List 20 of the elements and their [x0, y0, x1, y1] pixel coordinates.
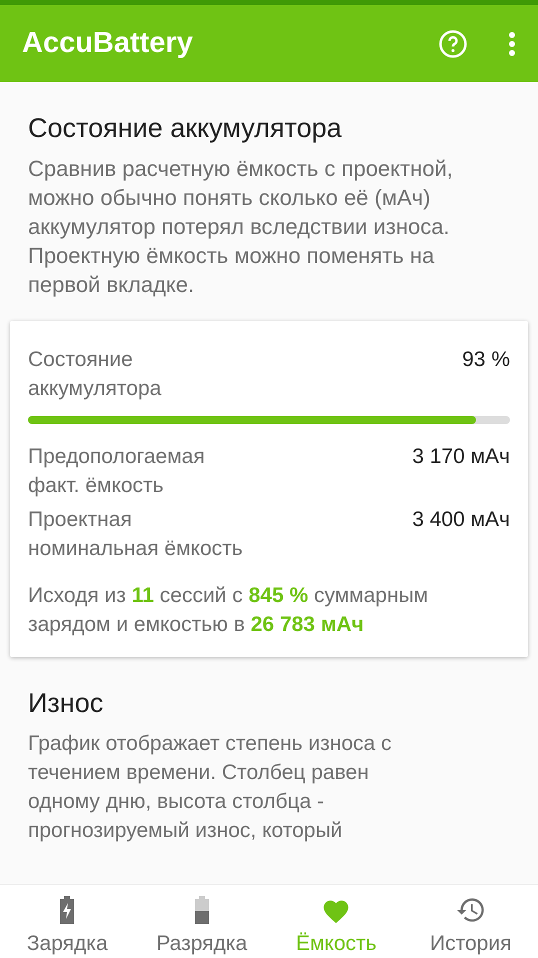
nav-tab[interactable]: История	[404, 885, 538, 958]
more-icon[interactable]	[508, 30, 516, 56]
section-heading: Состояние аккумулятора	[28, 112, 343, 145]
row-value: 3 170 мАч	[412, 444, 510, 470]
charging-battery-icon	[59, 896, 76, 924]
nav-tab[interactable]: Зарядка	[0, 885, 134, 958]
section-heading: Износ	[28, 687, 104, 720]
row-label: Предопологаемая факт. ёмкость	[28, 444, 206, 499]
history-icon	[456, 897, 485, 923]
health-value: 93 %	[462, 347, 510, 373]
nav-tab[interactable]: Разрядка	[134, 885, 269, 958]
row-value: 3 400 мАч	[412, 507, 510, 533]
help-icon[interactable]	[438, 28, 468, 58]
app-title: AccuBattery	[22, 26, 194, 61]
summary-text: Исходя из 11 сессий с 845 % суммарным зарядом и емкостью в 26 783 мАч	[28, 583, 430, 638]
health-label: Состояние аккумулятора	[28, 347, 162, 402]
battery-icon	[194, 896, 210, 924]
section-description: График отображает степень износа с течением времени. Столбец равен одному дню, высота столбца - прогнозируемый износ, который	[28, 731, 393, 844]
row-label: Проектная номинальная ёмкость	[28, 507, 243, 562]
section-description: Сравнив расчетную ёмкость с проектной, можно обычно понять сколько её (мАч) аккумулятор потерял вследствии износа. Проектную ёмкость можно поменять на первой вкладке.	[28, 155, 454, 299]
